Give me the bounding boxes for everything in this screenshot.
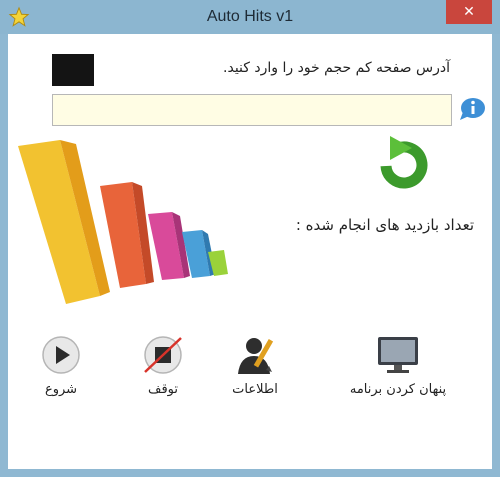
start-label: شروع <box>44 382 78 397</box>
info-icon[interactable] <box>458 96 486 122</box>
main-panel: آدرس صفحه کم حجم خود را وارد کنید. تعداد… <box>8 34 492 469</box>
refresh-icon[interactable] <box>372 134 436 194</box>
monitor-icon <box>378 337 418 373</box>
title-bar[interactable]: Auto Hits v1 ✕ <box>0 0 500 34</box>
play-icon <box>42 336 80 374</box>
color-swatch[interactable] <box>52 54 94 86</box>
url-label: آدرس صفحه کم حجم خود را وارد کنید. <box>223 60 450 76</box>
hide-program-button[interactable]: پنهان کردن برنامه <box>328 334 468 397</box>
info-label: اطلاعات <box>232 382 278 397</box>
stop-button[interactable]: توقف <box>130 334 196 397</box>
stop-icon <box>144 336 182 374</box>
close-button[interactable]: ✕ <box>446 0 492 24</box>
bar-chart-logo <box>18 140 228 304</box>
visits-label: تعداد بازدید های انجام شده : <box>295 216 474 234</box>
start-button[interactable]: شروع <box>28 334 94 397</box>
user-pen-icon <box>238 338 274 374</box>
app-window: Auto Hits v1 ✕ آدرس صفحه کم حجم خود را و… <box>0 0 500 477</box>
hide-label: پنهان کردن برنامه <box>349 382 447 397</box>
close-icon: ✕ <box>463 4 475 20</box>
url-input[interactable] <box>52 94 452 126</box>
window-title: Auto Hits v1 <box>206 8 294 25</box>
stop-label: توقف <box>147 382 178 397</box>
about-button[interactable]: اطلاعات <box>220 334 290 397</box>
